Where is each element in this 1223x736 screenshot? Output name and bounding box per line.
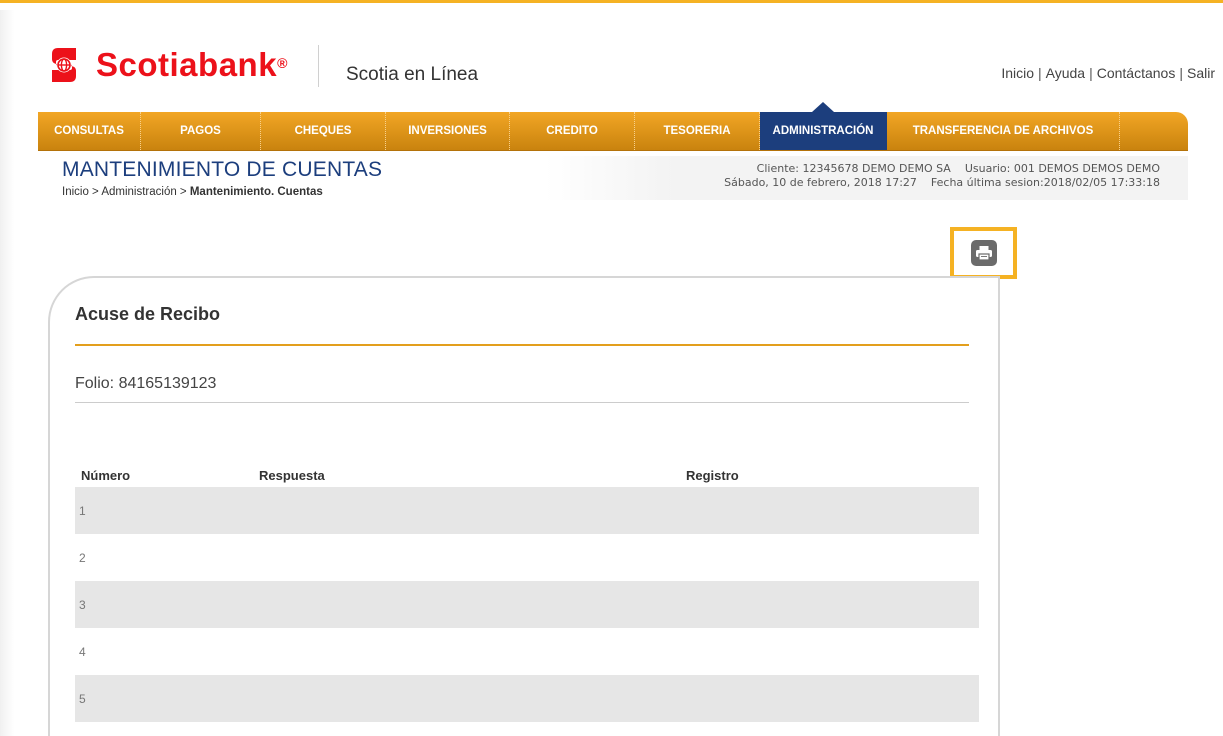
column-header-respuesta: Respuesta	[259, 468, 325, 483]
title-divider	[75, 344, 969, 346]
nav-tesoreria[interactable]: TESORERIA	[635, 112, 760, 150]
table-header: Número Respuesta Registro	[75, 465, 979, 487]
row-number: 1	[79, 504, 86, 518]
link-separator: |	[1038, 65, 1042, 81]
print-button[interactable]	[950, 227, 1017, 279]
nav-administracion[interactable]: ADMINISTRACIÓN	[760, 102, 887, 150]
link-separator: |	[1179, 65, 1183, 81]
printer-icon	[970, 240, 997, 266]
row-number: 5	[79, 692, 86, 706]
receipt-title: Acuse de Recibo	[75, 304, 221, 324]
folio-number: Folio: 84165139123	[75, 375, 217, 392]
brand-name: Scotiabank®	[96, 46, 288, 83]
session-line-1: Cliente: 12345678 DEMO DEMO SA Usuario: …	[757, 162, 1160, 175]
link-separator: |	[1089, 65, 1093, 81]
table-row: 5	[75, 675, 979, 722]
table-row: 4	[75, 628, 979, 675]
table-row: 1	[75, 487, 979, 534]
table-row: 3	[75, 581, 979, 628]
receipt-table: Número Respuesta Registro 1 2 3 4 5	[75, 465, 979, 722]
nav-inversiones[interactable]: INVERSIONES	[386, 112, 510, 150]
page-title: MANTENIMIENTO DE CUENTAS	[62, 158, 383, 181]
link-contactanos[interactable]: Contáctanos	[1097, 65, 1176, 81]
nav-pagos[interactable]: PAGOS	[141, 112, 261, 150]
last-session: Fecha última sesion:2018/02/05 17:33:18	[930, 176, 1160, 189]
left-page-shadow	[0, 10, 14, 736]
column-header-numero: Número	[81, 468, 131, 483]
nav-transferencia-de-archivos[interactable]: TRANSFERENCIA DE ARCHIVOS	[887, 112, 1120, 150]
link-salir[interactable]: Salir	[1187, 65, 1215, 81]
nav-consultas[interactable]: CONSULTAS	[38, 112, 141, 150]
session-info: Cliente: 12345678 DEMO DEMO SA Usuario: …	[545, 156, 1188, 200]
table-row: 2	[75, 534, 979, 581]
scotiabank-s-logo-icon	[50, 46, 78, 84]
breadcrumb: Inicio > Administración > Mantenimiento.…	[62, 186, 323, 198]
link-inicio[interactable]: Inicio	[1001, 65, 1034, 81]
current-date: Sábado, 10 de febrero, 2018 17:27	[724, 176, 917, 189]
folio-divider	[75, 402, 969, 403]
column-header-registro: Registro	[686, 468, 739, 483]
top-links: Inicio | Ayuda | Contáctanos | Salir	[1001, 65, 1215, 81]
breadcrumb-current: Mantenimiento. Cuentas	[189, 186, 323, 198]
top-accent-line	[0, 0, 1223, 3]
header-divider	[318, 45, 319, 87]
nav-cheques[interactable]: CHEQUES	[261, 112, 386, 150]
link-ayuda[interactable]: Ayuda	[1046, 65, 1085, 81]
breadcrumb-path: Inicio > Administración >	[62, 186, 190, 198]
app-name: Scotia en Línea	[346, 64, 479, 85]
user-info: Usuario: 001 DEMOS DEMOS DEMO	[964, 162, 1160, 175]
main-nav: CONSULTAS PAGOS CHEQUES INVERSIONES CRED…	[38, 102, 1188, 150]
row-number: 3	[79, 598, 86, 612]
session-line-2: Sábado, 10 de febrero, 2018 17:27 Fecha …	[724, 176, 1160, 189]
scotiabank-logo[interactable]: Scotiabank®	[50, 46, 288, 84]
client-info: Cliente: 12345678 DEMO DEMO SA	[756, 162, 951, 175]
nav-credito[interactable]: CREDITO	[510, 112, 635, 150]
row-number: 4	[79, 645, 86, 659]
row-number: 2	[79, 551, 86, 565]
